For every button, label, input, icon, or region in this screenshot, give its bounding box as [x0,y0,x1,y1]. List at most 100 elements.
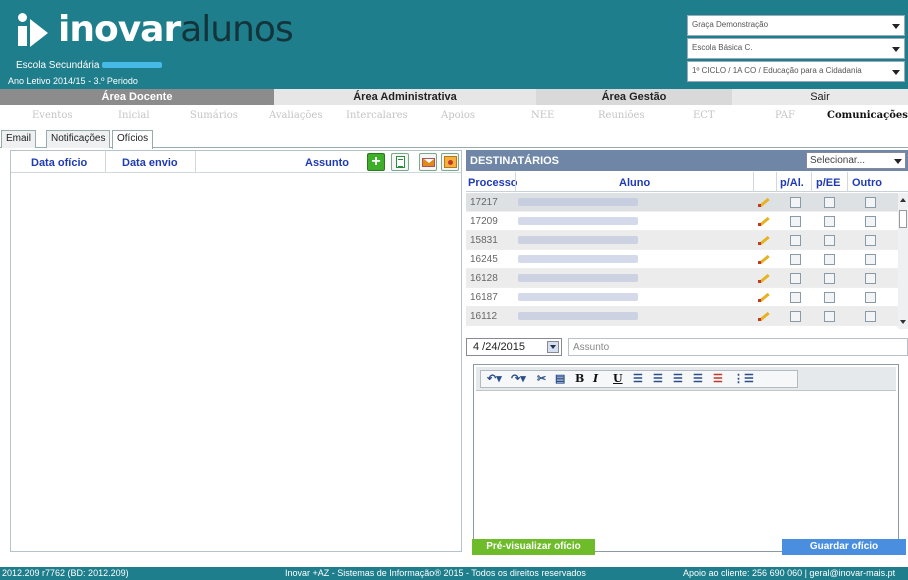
edit-pencil-icon[interactable] [757,234,771,246]
submenu-apoios[interactable]: Apoios [441,110,475,121]
col-pal[interactable]: p/Al. [780,177,804,189]
cut-icon[interactable]: ✂ [537,372,546,385]
checkbox-pal[interactable] [790,216,801,227]
sub-menu: Eventos Inicial Sumários Avaliações Inte… [0,106,908,128]
checkbox-pal[interactable] [790,311,801,322]
edit-pencil-icon[interactable] [757,196,771,208]
date-input[interactable]: 4 /24/2015 [466,338,562,356]
checkbox-pal[interactable] [790,292,801,303]
checkbox-pee[interactable] [824,292,835,303]
checkbox-pee[interactable] [824,254,835,265]
table-row[interactable]: 17209 [466,212,898,231]
class-select[interactable]: 1º CICLO / 1A CO / Educação para a Cidad… [687,61,905,82]
table-row[interactable]: 15831 [466,231,898,250]
checkbox-outro[interactable] [865,292,876,303]
aluno-name-redacted [518,236,638,244]
checkbox-pee[interactable] [824,273,835,284]
edit-pencil-icon[interactable] [757,291,771,303]
add-oficio-button[interactable]: + [367,153,385,171]
edit-pencil-icon[interactable] [757,272,771,284]
checkbox-pal[interactable] [790,197,801,208]
edit-pencil-icon[interactable] [757,253,771,265]
submenu-avaliacoes[interactable]: Avaliações [269,110,322,121]
checkbox-outro[interactable] [865,254,876,265]
send-mail-button[interactable] [419,153,437,171]
align-center-icon[interactable]: ☰ [653,372,663,385]
edit-pencil-icon[interactable] [757,215,771,227]
destinatarios-header: DESTINATÁRIOS Selecionar... [466,150,908,171]
redo-icon[interactable]: ↷▾ [511,372,526,385]
date-picker-button[interactable] [547,341,559,353]
destinatarios-scrollbar[interactable] [898,193,908,329]
col-data-oficio[interactable]: Data ofício [31,157,87,169]
menu-area-docente[interactable]: Área Docente [0,89,274,105]
checkbox-outro[interactable] [865,273,876,284]
menu-sair[interactable]: Sair [732,89,908,105]
user-select[interactable]: Graça Demonstração [687,15,905,36]
checkbox-outro[interactable] [865,197,876,208]
list-icon[interactable]: ⋮☰ [733,372,754,385]
app-logo[interactable]: inovaralunos [16,10,294,50]
submenu-paf[interactable]: PAF [775,110,795,121]
checkbox-pee[interactable] [824,197,835,208]
submenu-eventos[interactable]: Eventos [32,110,72,121]
col-data-envio[interactable]: Data envio [122,157,178,169]
justify-icon[interactable]: ☰ [693,372,703,385]
undo-icon[interactable]: ↶▾ [487,372,502,385]
scroll-down-icon[interactable] [900,320,906,324]
destinatarios-rows: 17217 17209 15831 16245 16128 16187 1611… [466,193,898,329]
submenu-inicial[interactable]: Inicial [118,110,150,121]
tab-oficios[interactable]: Ofícios [112,130,154,149]
school-select[interactable]: Escola Básica C. [687,38,905,59]
table-row[interactable]: 16245 [466,250,898,269]
col-outro[interactable]: Outro [852,177,882,189]
col-processo[interactable]: Processo [468,177,518,189]
checkbox-outro[interactable] [865,235,876,246]
underline-icon[interactable]: U [613,372,623,385]
italic-icon[interactable]: I [593,372,598,385]
assunto-input[interactable]: Assunto [568,338,908,356]
bold-icon[interactable]: B [575,372,584,385]
preview-oficio-button[interactable]: Pré-visualizar ofício [472,539,595,555]
table-row[interactable]: 16187 [466,288,898,307]
rich-text-editor[interactable]: ↶▾ ↷▾ ✂ ▤ B I U ☰ ☰ ☰ ☰ ☰ ⋮☰ [473,364,899,552]
table-row[interactable]: 17217 [466,193,898,212]
checkbox-outro[interactable] [865,311,876,322]
save-oficio-button[interactable]: Guardar ofício [782,539,906,555]
submenu-intercalares[interactable]: Intercalares [346,110,408,121]
checkbox-pal[interactable] [790,235,801,246]
checkbox-pal[interactable] [790,254,801,265]
oficios-list-header: Data ofício Data envio Assunto + [11,151,461,173]
checkbox-pee[interactable] [824,235,835,246]
clear-format-icon[interactable]: ☰ [713,372,723,385]
new-document-button[interactable] [391,153,409,171]
col-pee[interactable]: p/EE [816,177,840,189]
align-left-icon[interactable]: ☰ [633,372,643,385]
footer-support[interactable]: Apoio ao cliente: 256 690 060 | geral@in… [683,567,895,580]
submenu-comunicacoes[interactable]: Comunicações [827,110,908,121]
col-aluno[interactable]: Aluno [619,177,650,189]
tab-notificacoes[interactable]: Notificações [46,130,111,148]
checkbox-pal[interactable] [790,273,801,284]
footer-version: 2012.209 r7762 (BD: 2012.209) [2,568,129,578]
table-row[interactable]: 16112 [466,307,898,326]
edit-pencil-icon[interactable] [757,310,771,322]
col-assunto[interactable]: Assunto [305,157,349,169]
submenu-sumarios[interactable]: Sumários [190,110,238,121]
scroll-up-icon[interactable] [900,198,906,202]
destinatarios-select[interactable]: Selecionar... [806,152,906,169]
align-right-icon[interactable]: ☰ [673,372,683,385]
table-row[interactable]: 16128 [466,269,898,288]
checkbox-outro[interactable] [865,216,876,227]
tab-email[interactable]: Email [1,130,37,148]
mail-settings-button[interactable] [441,153,459,171]
checkbox-pee[interactable] [824,311,835,322]
checkbox-pee[interactable] [824,216,835,227]
paste-icon[interactable]: ▤ [555,372,565,385]
scroll-thumb[interactable] [899,210,907,228]
menu-area-gestao[interactable]: Área Gestão [536,89,732,105]
submenu-nee[interactable]: NEE [531,110,554,121]
submenu-ect[interactable]: ECT [693,110,715,121]
menu-area-administrativa[interactable]: Área Administrativa [274,89,536,105]
submenu-reunioes[interactable]: Reuniões [598,110,645,121]
